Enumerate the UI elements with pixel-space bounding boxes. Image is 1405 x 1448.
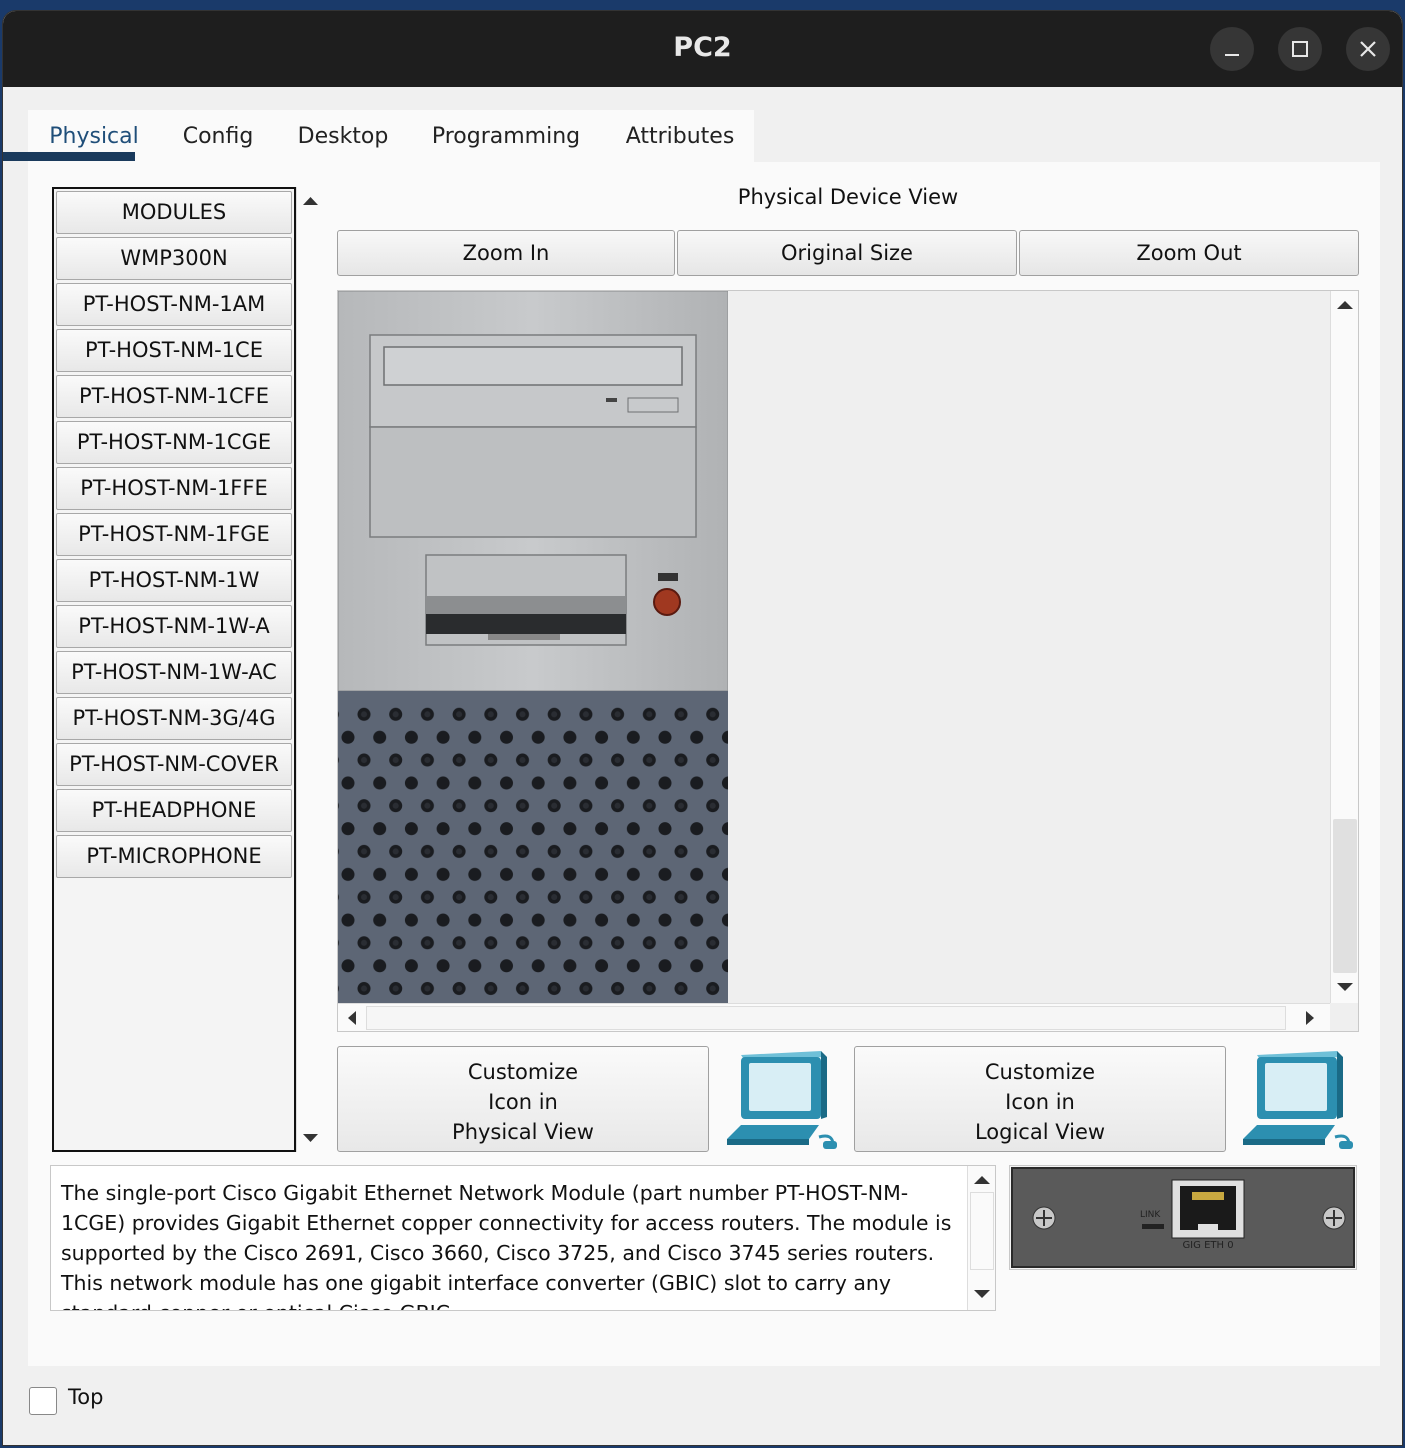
button-label-line: Physical View <box>452 1120 594 1144</box>
module-preview: LINK GIG ETH 0 <box>1009 1165 1357 1270</box>
scroll-left-icon[interactable] <box>342 1004 362 1032</box>
module-description: The single-port Cisco Gigabit Ethernet N… <box>50 1165 996 1311</box>
top-checkbox-label: Top <box>68 1385 104 1409</box>
pc-chassis-image <box>338 291 728 1003</box>
scroll-down-icon[interactable] <box>297 1128 324 1148</box>
maximize-icon <box>1292 41 1308 57</box>
tab-programming[interactable]: Programming <box>418 110 594 164</box>
module-item[interactable]: PT-HOST-NM-1CE <box>56 329 292 372</box>
device-viewer <box>337 290 1359 1032</box>
button-label-line: Icon in <box>1005 1090 1075 1114</box>
module-item[interactable]: PT-HOST-NM-1FGE <box>56 513 292 556</box>
button-label-line: Logical View <box>974 1120 1106 1144</box>
module-item[interactable]: PT-HOST-NM-1W-A <box>56 605 292 648</box>
close-button[interactable] <box>1346 27 1390 71</box>
button-label-line: Customize <box>984 1060 1096 1084</box>
module-item[interactable]: PT-HOST-NM-1CFE <box>56 375 292 418</box>
link-label: LINK <box>1140 1210 1161 1220</box>
title-bar: PC2 <box>3 11 1402 87</box>
scroll-thumb[interactable] <box>366 1006 1286 1030</box>
module-item[interactable]: PT-HOST-NM-COVER <box>56 743 292 786</box>
module-list-scrollbar[interactable] <box>296 187 323 1152</box>
scroll-thumb[interactable] <box>970 1192 994 1270</box>
button-label-line: Icon in <box>488 1090 558 1114</box>
zoom-out-button[interactable]: Zoom Out <box>1019 230 1359 276</box>
original-size-button[interactable]: Original Size <box>677 230 1017 276</box>
scroll-down-icon[interactable] <box>968 1284 996 1304</box>
scroll-up-icon[interactable] <box>297 191 324 211</box>
top-checkbox[interactable] <box>29 1387 57 1415</box>
description-scrollbar[interactable] <box>967 1166 995 1310</box>
scroll-thumb[interactable] <box>1333 819 1357 973</box>
customize-physical-icon-button[interactable]: Customize Icon in Physical View <box>337 1046 709 1152</box>
pc-icon <box>1243 1051 1353 1149</box>
scroll-up-icon[interactable] <box>968 1170 996 1190</box>
tab-config[interactable]: Config <box>168 110 268 164</box>
module-item[interactable]: PT-HOST-NM-1CGE <box>56 421 292 464</box>
scroll-down-icon[interactable] <box>1331 977 1359 997</box>
window-title: PC2 <box>673 32 732 63</box>
viewer-horizontal-scrollbar[interactable] <box>338 1003 1330 1031</box>
minimize-icon <box>1225 54 1239 56</box>
active-tab-indicator <box>3 152 135 161</box>
module-item[interactable]: MODULES <box>56 191 292 234</box>
module-list: MODULES WMP300N PT-HOST-NM-1AM PT-HOST-N… <box>52 187 296 1152</box>
tab-bar: Physical Config Desktop Programming Attr… <box>28 110 754 164</box>
module-item[interactable]: PT-HOST-NM-1AM <box>56 283 292 326</box>
module-item[interactable]: PT-HOST-NM-1W-AC <box>56 651 292 694</box>
maximize-button[interactable] <box>1278 27 1322 71</box>
tab-attributes[interactable]: Attributes <box>610 110 750 164</box>
module-item[interactable]: WMP300N <box>56 237 292 280</box>
scroll-up-icon[interactable] <box>1331 295 1359 315</box>
device-window: PC2 Physical Config Desktop Programming … <box>2 10 1403 1446</box>
module-item[interactable]: PT-MICROPHONE <box>56 835 292 878</box>
description-text: The single-port Cisco Gigabit Ethernet N… <box>61 1181 952 1310</box>
module-item[interactable]: PT-HOST-NM-1FFE <box>56 467 292 510</box>
pc-icon <box>727 1051 837 1149</box>
physical-device-view-label: Physical Device View <box>737 185 959 209</box>
module-item[interactable]: PT-HOST-NM-3G/4G <box>56 697 292 740</box>
button-label-line: Customize <box>467 1060 579 1084</box>
module-faceplate-image <box>1011 1167 1355 1268</box>
zoom-in-button[interactable]: Zoom In <box>337 230 675 276</box>
customize-logical-icon-button[interactable]: Customize Icon in Logical View <box>854 1046 1226 1152</box>
close-icon <box>1360 41 1376 57</box>
tab-desktop[interactable]: Desktop <box>286 110 400 164</box>
scroll-right-icon[interactable] <box>1300 1004 1320 1032</box>
minimize-button[interactable] <box>1210 27 1254 71</box>
module-item[interactable]: PT-HEADPHONE <box>56 789 292 832</box>
module-item[interactable]: PT-HOST-NM-1W <box>56 559 292 602</box>
viewer-vertical-scrollbar[interactable] <box>1330 291 1358 1003</box>
port-label: GIG ETH 0 <box>1182 1240 1234 1251</box>
